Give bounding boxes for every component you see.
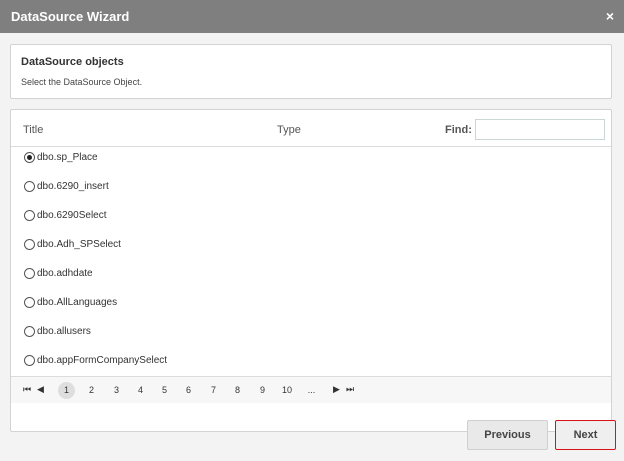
list-item-label: dbo.Adh_SPSelect (37, 239, 121, 250)
window-titlebar: DataSource Wizard × (0, 0, 624, 33)
last-page-icon[interactable]: ⏭ (346, 384, 354, 395)
page-link[interactable]: 10 (276, 382, 298, 399)
prev-page-icon[interactable]: ◀ (37, 384, 44, 395)
radio-button[interactable] (24, 355, 35, 366)
find-label: Find: (445, 124, 472, 136)
page-link[interactable]: 8 (229, 382, 246, 399)
page-link[interactable]: 4 (132, 382, 149, 399)
next-button[interactable]: Next (555, 420, 616, 450)
radio-button[interactable] (24, 297, 35, 308)
list-item-label: dbo.AllLanguages (37, 297, 118, 308)
list-item-label: dbo.6290_insert (37, 181, 109, 192)
list-item[interactable]: dbo.allusers (11, 322, 611, 344)
radio-button[interactable] (24, 210, 35, 221)
list-item[interactable]: dbo.AllLanguages (11, 293, 611, 315)
radio-button[interactable] (24, 239, 35, 250)
list-item-label: dbo.allusers (37, 326, 91, 337)
previous-button[interactable]: Previous (467, 420, 548, 450)
page-link[interactable]: 3 (108, 382, 125, 399)
list-item-label: dbo.sp_Place (37, 152, 98, 163)
radio-button[interactable] (24, 152, 35, 163)
page-link-more[interactable]: ... (303, 382, 320, 399)
list-item[interactable]: dbo.6290_insert (11, 177, 611, 199)
list-item-label: dbo.6290Select (37, 210, 107, 221)
radio-button[interactable] (24, 181, 35, 192)
info-description: Select the DataSource Object. (21, 77, 143, 87)
info-panel: DataSource objects Select the DataSource… (10, 44, 612, 99)
page-link[interactable]: 5 (156, 382, 173, 399)
pager: ⏮ ◀ 1 2 3 4 5 6 7 8 9 10 ... ▶ ⏭ (11, 376, 611, 403)
list-item-label: dbo.adhdate (37, 268, 93, 279)
datasource-grid: Title Type Find: dbo.sp_Place dbo.6290_i… (10, 109, 612, 432)
radio-button[interactable] (24, 268, 35, 279)
first-page-icon[interactable]: ⏮ (23, 384, 31, 395)
find-input[interactable] (475, 119, 605, 140)
list-item-label: dbo.appFormCompanySelect (37, 355, 168, 366)
page-link[interactable]: 2 (83, 382, 100, 399)
grid-rows: dbo.sp_Place dbo.6290_insert dbo.6290Sel… (11, 148, 611, 375)
page-link[interactable]: 9 (254, 382, 271, 399)
window-title: DataSource Wizard (11, 9, 130, 24)
page-link[interactable]: 6 (180, 382, 197, 399)
radio-button[interactable] (24, 326, 35, 337)
wizard-content: DataSource objects Select the DataSource… (0, 33, 624, 461)
list-item[interactable]: dbo.6290Select (11, 206, 611, 228)
list-item[interactable]: dbo.adhdate (11, 264, 611, 286)
next-page-icon[interactable]: ▶ (333, 384, 340, 395)
page-link[interactable]: 7 (205, 382, 222, 399)
column-header-title[interactable]: Title (23, 124, 43, 136)
list-item[interactable]: dbo.Adh_SPSelect (11, 235, 611, 257)
column-header-type[interactable]: Type (277, 124, 301, 136)
list-item[interactable]: dbo.appFormCompanySelect (11, 351, 611, 373)
info-heading: DataSource objects (21, 56, 124, 68)
page-link[interactable]: 1 (58, 382, 75, 399)
grid-header: Title Type Find: (11, 110, 611, 147)
list-item[interactable]: dbo.sp_Place (11, 148, 611, 170)
close-icon[interactable]: × (606, 8, 614, 24)
